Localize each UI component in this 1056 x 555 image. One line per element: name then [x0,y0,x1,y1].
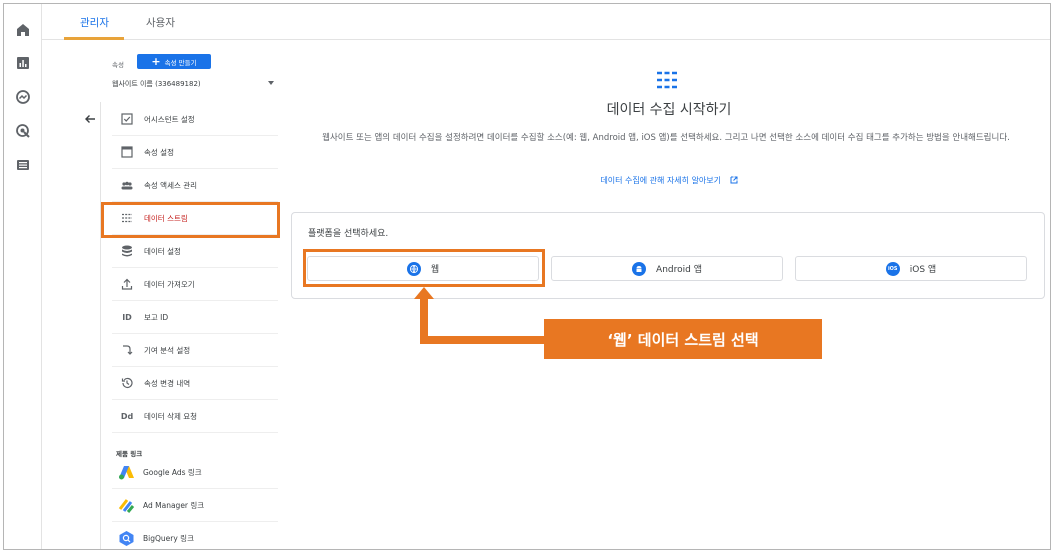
left-nav-rail [4,4,42,549]
link-label: Google Ads 링크 [143,467,202,477]
menu-item-property-settings[interactable]: 속성 설정 [112,136,278,169]
explore-icon[interactable] [15,89,31,105]
checklist-icon [119,111,135,127]
admin-tabs: 관리자 사용자 [42,4,1050,40]
menu-item-reporting-id[interactable]: ID 보고 ID [112,301,278,334]
web-button-highlight [303,249,545,287]
ad-manager-link[interactable]: Ad Manager 링크 [112,489,278,522]
data-deletion-icon: Dd [120,411,134,421]
page-title: 데이터 수집 시작하기 [606,102,732,118]
history-icon [119,375,135,391]
ios-platform-label: iOS 앱 [909,265,937,275]
active-tab-indicator [64,37,124,40]
bigquery-icon [117,529,135,547]
platform-prompt: 플랫폼을 선택하세요. [308,229,389,239]
page-description: 웹사이트 또는 앱의 데이터 수집을 설정하려면 데이터를 수집할 소스(예: … [322,133,1010,143]
menu-item-property-access[interactable]: 속성 액세스 관리 [112,169,278,202]
ios-platform-button[interactable]: iOS iOS 앱 [795,256,1027,281]
menu-divider [100,102,101,549]
property-dropdown[interactable]: 웹사이트 이름 (336489182) [112,79,274,89]
attribution-icon [119,342,135,358]
menu-item-label: 기여 분석 설정 [144,345,191,355]
android-icon [632,261,647,276]
google-ads-link[interactable]: Google Ads 링크 [112,456,278,489]
android-platform-button[interactable]: Android 앱 [551,256,783,281]
menu-item-label: 속성 변경 내역 [144,378,191,388]
annotation-arrow-connector [420,336,546,344]
link-label: Ad Manager 링크 [143,500,205,510]
back-arrow-icon[interactable] [81,112,99,126]
menu-item-label: 어시스턴트 설정 [144,114,195,124]
create-property-button[interactable]: + 속성 만들기 [137,54,211,69]
app-frame: 관리자 사용자 속성 + 속성 만들기 웹사이트 이름 (336489182) … [3,3,1051,550]
ad-manager-icon [117,496,135,514]
google-ads-icon [117,463,135,481]
android-platform-label: Android 앱 [656,265,702,275]
data-stream-hero-icon [657,71,677,89]
settings-panel-icon [119,144,135,160]
reporting-id-icon: ID [122,312,132,322]
dropdown-caret-icon [268,81,274,85]
menu-item-label: 보고 ID [144,312,169,322]
learn-more-link[interactable]: 데이터 수집에 관해 자세히 알아보기 [474,175,864,186]
external-link-icon [730,176,738,184]
people-icon [119,177,135,193]
menu-item-label: 데이터 삭제 요청 [144,411,198,421]
ios-icon: iOS [885,261,900,276]
configure-icon[interactable] [15,157,31,173]
menu-item-label: 속성 액세스 관리 [144,180,198,190]
home-icon[interactable] [15,22,31,38]
plus-icon: + [151,55,161,68]
annotation-callout: ‘웹’ 데이터 스트림 선택 [544,319,822,359]
upload-icon [119,276,135,292]
selected-property: 웹사이트 이름 (336489182) [112,80,201,88]
menu-item-data-settings[interactable]: 데이터 설정 [112,235,278,268]
menu-item-change-history[interactable]: 속성 변경 내역 [112,367,278,400]
tab-user[interactable]: 사용자 [146,15,175,30]
bigquery-link[interactable]: BigQuery 링크 [112,522,278,549]
menu-item-data-deletion[interactable]: Dd 데이터 삭제 요청 [112,400,278,433]
data-streams-highlight [101,202,280,238]
create-property-label: 속성 만들기 [164,58,197,67]
menu-item-assistant-settings[interactable]: 어시스턴트 설정 [112,103,278,136]
advertising-icon[interactable] [15,123,31,139]
tab-admin[interactable]: 관리자 [80,15,109,30]
property-label: 속성 [112,61,124,69]
menu-item-label: 데이터 설정 [144,246,181,256]
reports-icon[interactable] [15,55,31,71]
menu-item-label: 데이터 가져오기 [144,279,195,289]
menu-item-data-import[interactable]: 데이터 가져오기 [112,268,278,301]
learn-more-label: 데이터 수집에 관해 자세히 알아보기 [600,176,722,185]
link-label: BigQuery 링크 [143,533,194,543]
menu-item-attribution[interactable]: 기여 분석 설정 [112,334,278,367]
menu-item-label: 속성 설정 [144,147,174,157]
database-icon [119,243,135,259]
